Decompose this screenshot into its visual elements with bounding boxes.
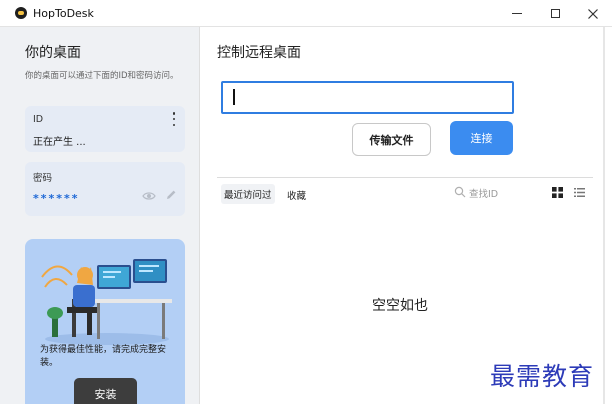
id-card: ID 正在产生 ... xyxy=(25,106,185,152)
close-icon xyxy=(588,8,598,19)
list-view-icon[interactable] xyxy=(574,187,585,198)
title-bar: HopToDesk xyxy=(0,0,612,27)
password-card: 密码 ****** xyxy=(25,162,185,216)
minimize-icon xyxy=(512,13,522,14)
transfer-file-button[interactable]: 传输文件 xyxy=(352,123,431,156)
watermark-text: 最需教育 xyxy=(490,362,595,391)
empty-state-text: 空空如也 xyxy=(372,298,428,314)
kebab-menu-icon[interactable] xyxy=(171,112,177,126)
search-id-placeholder[interactable]: 查找ID xyxy=(469,186,498,200)
id-label: ID xyxy=(33,114,44,125)
left-panel: 你的桌面 你的桌面可以通过下面的ID和密码访问。 ID 正在产生 ... 密码 … xyxy=(0,27,200,404)
search-icon[interactable] xyxy=(454,186,466,198)
tab-favorites[interactable]: 收藏 xyxy=(287,188,306,202)
hoptodesk-logo-icon xyxy=(15,7,27,19)
connect-button[interactable]: 连接 xyxy=(450,121,513,155)
password-label: 密码 xyxy=(33,173,53,184)
eye-icon[interactable] xyxy=(142,191,156,201)
your-desktop-description: 你的桌面可以通过下面的ID和密码访问。 xyxy=(25,71,179,81)
text-caret xyxy=(233,89,235,105)
pencil-icon[interactable] xyxy=(165,189,177,201)
maximize-button[interactable] xyxy=(536,0,574,27)
developer-illustration xyxy=(41,259,172,345)
peers-tab-bar: 最近访问过 收藏 查找ID xyxy=(217,178,593,208)
maximize-icon xyxy=(550,9,560,18)
window-controls xyxy=(498,0,612,27)
grid-view-icon[interactable] xyxy=(552,187,563,198)
window-title: HopToDesk xyxy=(33,6,94,20)
your-desktop-title: 你的桌面 xyxy=(25,45,81,61)
install-button[interactable]: 安装 xyxy=(74,378,137,404)
close-button[interactable] xyxy=(574,0,612,27)
install-promo-card: 为获得最佳性能，请完成完整安装。 安装 xyxy=(25,239,185,404)
install-promo-text: 为获得最佳性能，请完成完整安装。 xyxy=(40,345,167,368)
tab-recent-sessions[interactable]: 最近访问过 xyxy=(221,184,275,204)
minimize-button[interactable] xyxy=(498,0,536,27)
control-remote-desktop-title: 控制远程桌面 xyxy=(217,45,301,61)
remote-id-input[interactable] xyxy=(221,81,514,114)
password-value: ****** xyxy=(33,192,80,205)
id-value: 正在产生 ... xyxy=(33,137,86,148)
window-right-edge xyxy=(603,27,605,404)
